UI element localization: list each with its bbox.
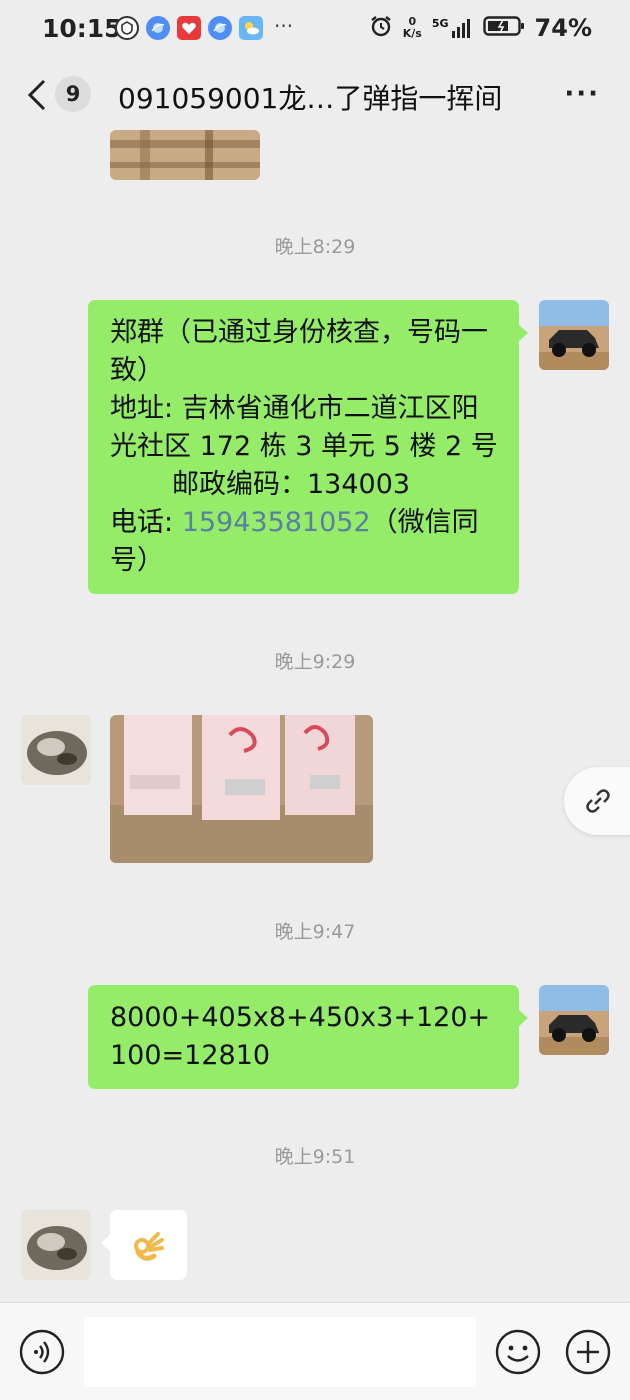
contact-avatar[interactable] (21, 715, 91, 785)
notification-icons: ··· (115, 16, 293, 40)
message-timestamp: 晚上9:51 (274, 1146, 356, 1168)
message-line: 电话: 15943581052（微信同号） (110, 507, 479, 576)
more-options-button[interactable]: ··· (564, 79, 600, 109)
image-message[interactable] (110, 130, 260, 180)
more-features-button[interactable] (565, 1329, 611, 1375)
status-time: 10:15 (42, 14, 122, 43)
banknotes-photo (110, 715, 373, 863)
message-input-bar (0, 1302, 630, 1400)
more-notifications-icon: ··· (274, 14, 294, 38)
chat-title: 091059001龙…了弹指一挥间 (118, 82, 503, 115)
message-timestamp: 晚上9:47 (274, 921, 356, 943)
battery-level: 74% (534, 14, 592, 42)
floating-link-button[interactable] (564, 767, 630, 835)
contact-avatar[interactable] (21, 1210, 91, 1280)
browser-icon (146, 16, 170, 40)
alarm-icon (369, 14, 393, 42)
weather-icon (239, 16, 263, 40)
vpn-icon (115, 16, 139, 40)
outgoing-message-bubble[interactable]: 8000+405x8+450x3+120+100=12810 (88, 985, 528, 1089)
phone-number-link[interactable]: 15943581052 (182, 507, 371, 538)
plaid-photo (110, 130, 260, 180)
chat-header: 9 091059001龙…了弹指一挥间 ··· (0, 60, 630, 132)
network-speed: 0 K/s (402, 15, 422, 40)
message-line: 郑群（已通过身份核查，号码一致） (110, 317, 488, 386)
plus-icon (565, 1329, 611, 1375)
app-icon (177, 16, 201, 40)
image-message[interactable] (110, 715, 373, 863)
ok-hand-emoji (130, 1228, 166, 1275)
emoji-button[interactable] (495, 1329, 541, 1375)
voice-icon (19, 1329, 65, 1375)
message-line: 邮政编码：134003 (172, 469, 411, 500)
message-line: 地址: 吉林省通化市二道江区阳光社区 172 栋 3 单元 5 楼 2 号 (110, 393, 498, 462)
signal-icon: 5G (432, 17, 473, 39)
message-timestamp: 晚上8:29 (274, 236, 356, 258)
browser-icon (208, 16, 232, 40)
my-avatar[interactable] (539, 985, 609, 1055)
my-avatar[interactable] (539, 300, 609, 370)
emoji-icon (495, 1329, 541, 1375)
message-input[interactable] (84, 1317, 476, 1387)
battery-icon (482, 15, 525, 41)
system-status: 0 K/s 5G 74% (369, 14, 592, 42)
message-text: 8000+405x8+450x3+120+100=12810 (110, 1002, 491, 1071)
status-bar: 10:15 ··· 0 K/s 5G 74% (0, 0, 630, 60)
back-button[interactable] (22, 75, 52, 115)
outgoing-message-bubble[interactable]: 郑群（已通过身份核查，号码一致） 地址: 吉林省通化市二道江区阳光社区 172 … (88, 300, 528, 594)
incoming-message-bubble[interactable] (101, 1210, 187, 1280)
voice-button[interactable] (19, 1329, 65, 1375)
unread-count-badge[interactable]: 9 (55, 76, 91, 112)
message-timestamp: 晚上9:29 (274, 651, 356, 673)
link-icon (584, 787, 612, 819)
